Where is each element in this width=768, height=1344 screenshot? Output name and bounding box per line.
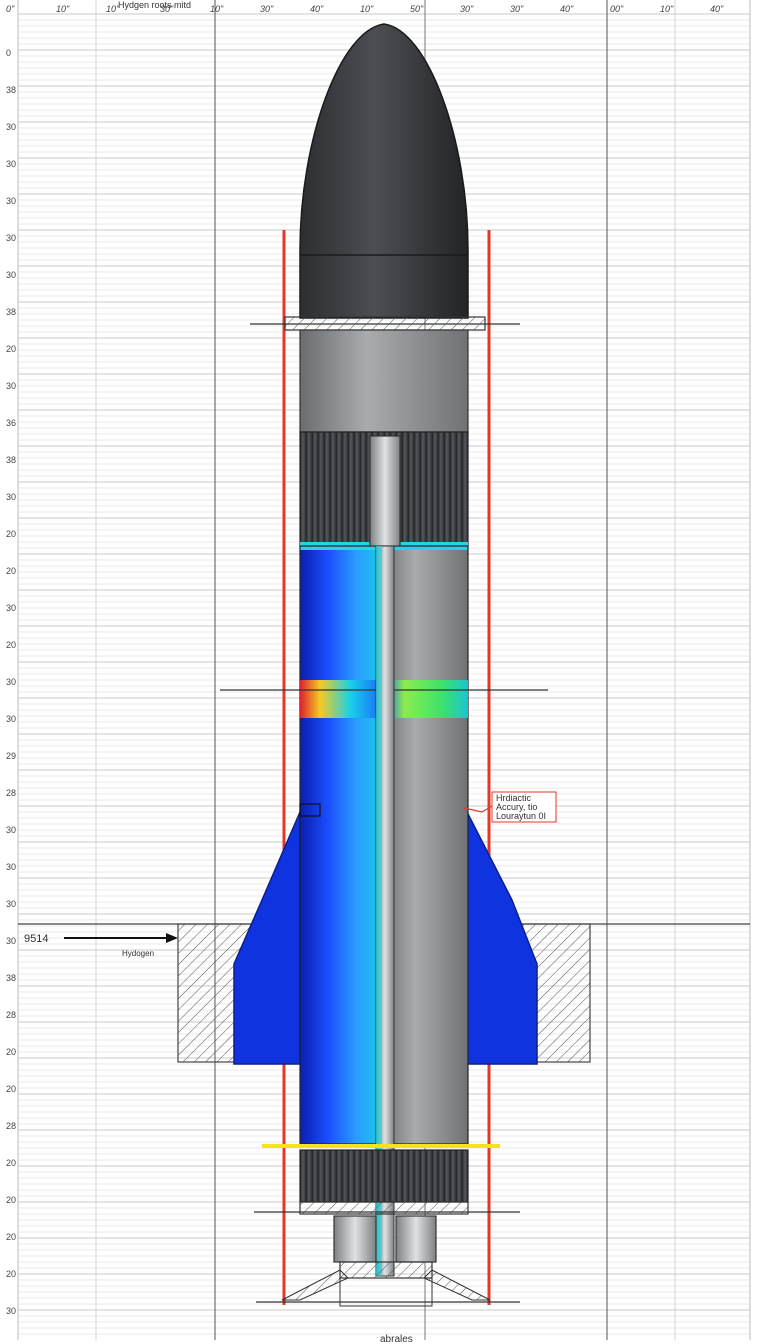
top-tick-label: 10" bbox=[360, 4, 374, 14]
top-tick-label: 40" bbox=[310, 4, 324, 14]
row-label: 28 bbox=[6, 1010, 16, 1020]
aft-ribbed-section bbox=[299, 1149, 469, 1203]
top-tick-label: 10" bbox=[660, 4, 674, 14]
row-label: 20 bbox=[6, 566, 16, 576]
row-label: 30 bbox=[6, 677, 16, 687]
top-tick-label: 10" bbox=[56, 4, 70, 14]
row-label: 30 bbox=[6, 492, 16, 502]
row-label: 29 bbox=[6, 751, 16, 761]
row-label: 30 bbox=[6, 825, 16, 835]
top-tick-label: 30" bbox=[460, 4, 474, 14]
row-label: 20 bbox=[6, 1047, 16, 1057]
upper-body-section bbox=[299, 329, 469, 433]
callout-line-3: Louraytun 0I bbox=[496, 811, 546, 821]
row-label: 30 bbox=[6, 196, 16, 206]
hydrogen-label: Hydogen bbox=[122, 949, 154, 958]
annotation-callout: Hrdiactic Accury, tio Louraytun 0I bbox=[463, 791, 557, 823]
row-label: 30 bbox=[6, 862, 16, 872]
row-label: 38 bbox=[6, 307, 16, 317]
row-label: 30 bbox=[6, 159, 16, 169]
row-label: 30 bbox=[6, 714, 16, 724]
top-tick-label: 50" bbox=[410, 4, 424, 14]
top-tick-label: 00" bbox=[610, 4, 624, 14]
row-label: 20 bbox=[6, 640, 16, 650]
top-tick-label: 30" bbox=[260, 4, 274, 14]
row-label: 20 bbox=[6, 1195, 16, 1205]
row-label: 20 bbox=[6, 344, 16, 354]
top-tick-label: 10" bbox=[106, 4, 120, 14]
row-label: 36 bbox=[6, 418, 16, 428]
row-label: 38 bbox=[6, 973, 16, 983]
rocket-diagram: Hydgen roots mitd 0" 10" 10" 30" 10" 30" 40" 10… bbox=[6, 0, 751, 1344]
row-label: 20 bbox=[6, 1084, 16, 1094]
row-label: 20 bbox=[6, 1158, 16, 1168]
top-tick-labels: 0" 10" 10" 30" 10" 30" 40" 10" 50" 30" 30" 40" 00" 10… bbox=[6, 4, 724, 14]
row-label: 38 bbox=[6, 455, 16, 465]
row-label: 38 bbox=[6, 85, 16, 95]
diagram-title: Hydgen roots mitd bbox=[118, 0, 191, 10]
top-tick-label: 40" bbox=[560, 4, 574, 14]
upper-collar bbox=[250, 316, 520, 331]
row-label: 30 bbox=[6, 122, 16, 132]
top-tick-label: 30" bbox=[160, 4, 174, 14]
row-label: 30 bbox=[6, 899, 16, 909]
row-label: 20 bbox=[6, 1232, 16, 1242]
row-label: 30 bbox=[6, 603, 16, 613]
hydrogen-value: 9514 bbox=[24, 933, 48, 945]
bottom-label: abrales bbox=[380, 1334, 413, 1344]
row-label: 30 bbox=[6, 381, 16, 391]
top-tick-label: 10" bbox=[210, 4, 224, 14]
top-tick-label: 0" bbox=[6, 4, 15, 14]
row-label: 30 bbox=[6, 936, 16, 946]
row-label: 30 bbox=[6, 1306, 16, 1316]
top-tick-label: 30" bbox=[510, 4, 524, 14]
row-labels: 0 38 30 30 30 30 30 38 20 30 36 38 30 20 20 30 20 30 30 29 2… bbox=[6, 48, 16, 1344]
top-tick-label: 40" bbox=[710, 4, 724, 14]
row-label: 30 bbox=[6, 270, 16, 280]
row-label: 20 bbox=[6, 529, 16, 539]
row-label: 30 bbox=[6, 233, 16, 243]
hydrogen-pointer: 9514 Hydogen bbox=[24, 933, 178, 958]
row-label: 28 bbox=[6, 788, 16, 798]
row-label: 28 bbox=[6, 1121, 16, 1131]
row-label: 0 bbox=[6, 48, 11, 58]
row-label: 20 bbox=[6, 1269, 16, 1279]
